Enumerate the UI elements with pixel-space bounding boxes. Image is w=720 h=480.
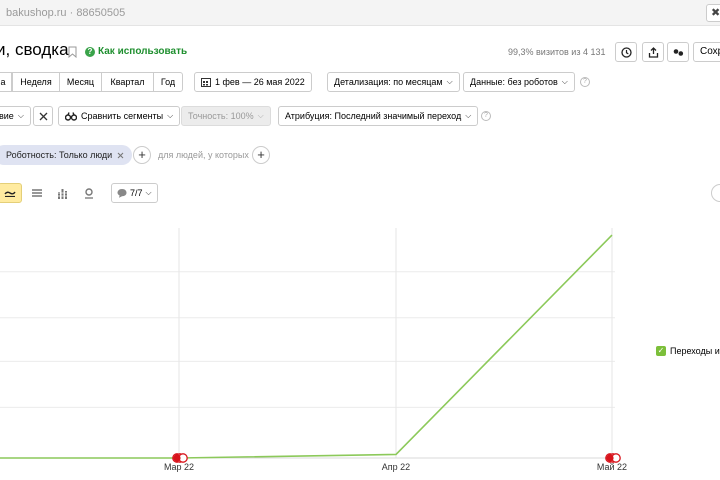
chart-grid	[0, 228, 615, 459]
stacked-view-button[interactable]	[26, 183, 48, 203]
bar-view-button[interactable]	[52, 183, 74, 203]
for-people-label: для людей, у которых	[158, 150, 249, 160]
chevron-down-icon: ⌵	[167, 111, 174, 120]
line-chart-view-button[interactable]	[0, 183, 22, 203]
history-button[interactable]	[615, 42, 637, 62]
detail-label: Детализация: по месяцам	[334, 77, 443, 87]
chevron-down-icon: ⌵	[257, 111, 264, 120]
checkbox-icon[interactable]: ✓	[656, 346, 666, 356]
comments-count: 7/7	[130, 188, 143, 198]
x-axis: Мар 22 Апр 22 Май 22	[164, 462, 627, 472]
annotation-marker	[605, 453, 621, 463]
dots-icon	[673, 48, 683, 56]
chevron-down-icon: ⌵	[465, 111, 472, 120]
data-filter-label: Данные: без роботов	[470, 77, 558, 87]
how-to-use-label: Как использовать	[98, 46, 188, 57]
period-week-button[interactable]: Неделя	[12, 72, 60, 92]
save-button[interactable]: Сохр	[693, 42, 720, 62]
comment-icon	[117, 189, 127, 198]
share-icon	[648, 46, 658, 58]
close-button[interactable]: ✖	[706, 4, 720, 22]
map-view-button[interactable]	[78, 183, 100, 203]
chevron-down-icon: ⌵	[145, 188, 152, 197]
calendar-icon	[201, 78, 211, 87]
annotation-dot	[606, 454, 614, 462]
period-month-button[interactable]: Месяц	[59, 72, 102, 92]
bookmark-icon[interactable]	[68, 46, 77, 58]
x-tick-label: Май 22	[597, 462, 627, 472]
legend-label: Переходы из	[670, 346, 720, 356]
chevron-down-icon: ⌵	[17, 111, 24, 120]
x-tick-label: Апр 22	[382, 462, 410, 472]
annotation-marker	[172, 453, 188, 463]
attribution-dropdown[interactable]: Атрибуция: Последний значимый переход ⌵	[278, 106, 479, 126]
x-tick-label: Мар 22	[164, 462, 194, 472]
clock-icon	[620, 46, 632, 58]
chevron-down-icon: ⌵	[561, 77, 568, 86]
binoculars-icon	[65, 111, 77, 121]
attribution-label: Атрибуция: Последний значимый переход	[285, 111, 462, 121]
period-year-button[interactable]: Год	[153, 72, 183, 92]
stacked-area-icon	[32, 189, 42, 197]
page-title: и, сводка	[0, 40, 69, 59]
chart-settings-button[interactable]	[711, 184, 720, 202]
chart-legend[interactable]: ✓ Переходы из	[656, 346, 720, 356]
export-button[interactable]	[642, 42, 664, 62]
browser-topbar: bakushop.ru · 88650505 ✖	[0, 0, 720, 26]
help-circle-icon: ?	[85, 46, 95, 57]
compare-label: Сравнить сегменты	[81, 111, 164, 121]
clear-button[interactable]	[33, 106, 53, 126]
help-icon[interactable]: ?	[580, 77, 590, 87]
site-label: bakushop.ru · 88650505	[6, 7, 126, 19]
view-dropdown[interactable]: вие ⌵	[0, 106, 31, 126]
period-day-button[interactable]: а	[0, 72, 12, 92]
detail-dropdown[interactable]: Детализация: по месяцам ⌵	[327, 72, 460, 92]
series-line	[0, 234, 613, 459]
period-quarter-button[interactable]: Квартал	[101, 72, 154, 92]
segment-chip[interactable]: Роботность: Только люди	[0, 145, 133, 165]
accuracy-dropdown[interactable]: Точность: 100% ⌵	[181, 106, 271, 126]
segment-chip-label: Роботность: Только люди	[6, 150, 113, 160]
view-dropdown-label: вие	[0, 111, 14, 121]
bar-chart-icon	[57, 188, 68, 199]
accuracy-label: Точность: 100%	[188, 111, 254, 121]
compare-segments-dropdown[interactable]: Сравнить сегменты ⌵	[58, 106, 181, 126]
visits-summary: 99,3% визитов из 4 131	[508, 47, 606, 57]
pin-icon	[85, 187, 93, 199]
help-icon[interactable]: ?	[481, 111, 491, 121]
annotation-dot	[173, 454, 181, 462]
date-range-label: 1 фев — 26 мая 2022	[215, 77, 305, 87]
date-range-picker[interactable]: 1 фев — 26 мая 2022	[194, 72, 312, 92]
line-chart-icon	[4, 191, 16, 197]
line-chart: Мар 22 Апр 22 Май 22	[0, 228, 627, 472]
chevron-down-icon: ⌵	[446, 77, 453, 86]
add-segment-button[interactable]: +	[133, 146, 151, 164]
chart-series	[0, 234, 613, 459]
add-condition-button[interactable]: +	[252, 146, 270, 164]
subscribe-button[interactable]	[667, 42, 689, 62]
how-to-use-link[interactable]: ? Как использовать	[85, 46, 187, 57]
comments-dropdown[interactable]: 7/7 ⌵	[111, 183, 158, 203]
close-icon[interactable]	[117, 152, 124, 159]
close-icon	[39, 112, 47, 120]
data-filter-dropdown[interactable]: Данные: без роботов ⌵	[463, 72, 575, 92]
